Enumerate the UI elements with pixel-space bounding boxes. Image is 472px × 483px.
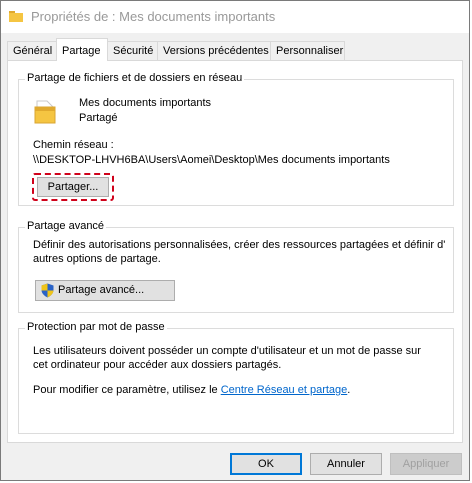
share-status: Partagé bbox=[79, 112, 118, 124]
shared-folder-icon bbox=[34, 100, 56, 124]
advanced-sharing-group: Partage avancé Définir des autorisations… bbox=[18, 220, 454, 313]
network-sharing-center-link[interactable]: Centre Réseau et partage bbox=[221, 384, 348, 396]
tab-sharing[interactable]: Partage bbox=[56, 38, 108, 61]
network-sharing-group: Partage de fichiers et de dossiers en ré… bbox=[18, 72, 454, 206]
password-description-line1: Les utilisateurs doivent posséder un com… bbox=[33, 345, 421, 357]
advanced-sharing-button[interactable]: Partage avancé... bbox=[35, 280, 175, 301]
network-path-value: \\DESKTOP-LHVH6BA\Users\Aomei\Desktop\Me… bbox=[33, 154, 390, 166]
advanced-description-line2: autres options de partage. bbox=[33, 253, 161, 265]
folder-name: Mes documents importants bbox=[79, 97, 212, 109]
tab-security[interactable]: Sécurité bbox=[107, 41, 158, 60]
uac-shield-icon bbox=[41, 283, 54, 298]
ok-button[interactable]: OK bbox=[230, 453, 302, 475]
advanced-sharing-button-label: Partage avancé... bbox=[58, 284, 145, 296]
network-center-suffix: . bbox=[347, 384, 351, 396]
sharing-tab-panel: Partage de fichiers et de dossiers en ré… bbox=[7, 60, 463, 443]
folder-icon bbox=[9, 11, 23, 22]
tab-general[interactable]: Général bbox=[7, 41, 57, 60]
tab-previous-versions[interactable]: Versions précédentes bbox=[157, 41, 271, 60]
network-sharing-title: Partage de fichiers et de dossiers en ré… bbox=[25, 72, 245, 84]
advanced-description-line1: Définir des autorisations personnalisées… bbox=[33, 239, 446, 251]
network-path-label: Chemin réseau : bbox=[33, 139, 114, 151]
network-center-sentence: Pour modifier ce paramètre, utilisez le … bbox=[33, 384, 350, 396]
properties-dialog: Propriétés de : Mes documents importants… bbox=[0, 0, 470, 481]
advanced-sharing-title: Partage avancé bbox=[25, 220, 107, 232]
tab-customize[interactable]: Personnaliser bbox=[270, 41, 345, 60]
network-center-prefix: Pour modifier ce paramètre, utilisez le bbox=[33, 384, 221, 396]
password-description-line2: cet ordinateur pour accéder aux dossiers… bbox=[33, 359, 282, 371]
password-protection-title: Protection par mot de passe bbox=[25, 321, 167, 333]
window-title: Propriétés de : Mes documents importants bbox=[31, 9, 276, 24]
password-protection-group: Protection par mot de passe Les utilisat… bbox=[18, 321, 454, 434]
share-button[interactable]: Partager... bbox=[37, 177, 109, 197]
apply-button[interactable]: Appliquer bbox=[390, 453, 462, 475]
cancel-button[interactable]: Annuler bbox=[310, 453, 382, 475]
title-bar: Propriétés de : Mes documents importants bbox=[1, 1, 469, 33]
